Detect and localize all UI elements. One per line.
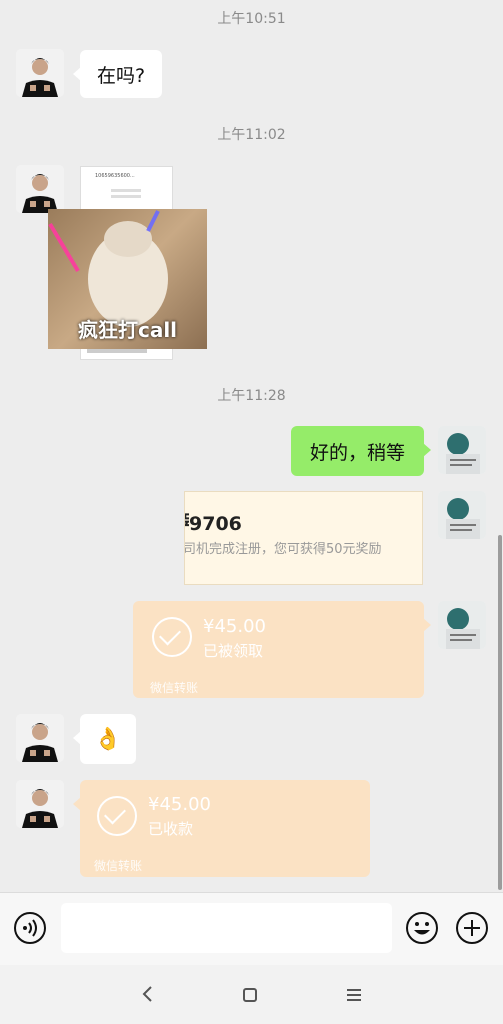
message-text: 在吗? — [96, 64, 146, 87]
sticker-image[interactable]: 疯狂打call — [48, 209, 207, 349]
contact-avatar[interactable] — [16, 780, 64, 828]
transfer-status: 已被领取 — [203, 642, 264, 660]
sticker-caption: 疯狂打call — [77, 318, 178, 342]
shared-card[interactable]: 号9706 司机完成注册，您可获得50元奖励 — [184, 491, 423, 585]
transfer-amount: ¥45.00 — [148, 794, 211, 815]
my-avatar[interactable] — [438, 426, 486, 474]
timestamp: 上午10:51 — [217, 11, 286, 27]
contact-avatar[interactable] — [16, 714, 64, 762]
check-circle-icon — [97, 796, 137, 836]
message-bubble[interactable]: 在吗? — [73, 50, 162, 98]
screenshot-line — [111, 195, 141, 198]
transfer-message[interactable]: ¥45.00 已被领取 微信转账 — [133, 601, 431, 698]
scrollbar[interactable] — [498, 535, 502, 890]
check-circle-icon — [152, 617, 192, 657]
card-code: 号9706 — [185, 512, 242, 535]
transfer-amount: ¥45.00 — [203, 616, 266, 637]
contact-avatar[interactable] — [16, 49, 64, 97]
screenshot-line — [87, 349, 147, 353]
transfer-footer: 微信转账 — [150, 681, 199, 695]
navigation-bar — [0, 965, 503, 1024]
contact-avatar[interactable] — [16, 165, 64, 213]
screenshot-number: 10659635600... — [95, 173, 135, 179]
menu-icon[interactable] — [345, 987, 363, 1003]
input-bar — [0, 892, 503, 965]
voice-icon[interactable] — [13, 911, 47, 945]
my-avatar[interactable] — [438, 601, 486, 649]
message-input[interactable] — [61, 903, 392, 953]
transfer-status: 已收款 — [148, 820, 194, 838]
message-bubble[interactable]: 👌 — [73, 714, 136, 764]
ok-hand-icon: 👌 — [94, 726, 122, 752]
transfer-footer: 微信转账 — [94, 859, 143, 873]
plus-icon[interactable] — [455, 911, 489, 945]
home-icon[interactable] — [242, 987, 258, 1003]
transfer-message[interactable]: ¥45.00 已收款 微信转账 — [73, 780, 370, 877]
screenshot-line — [111, 189, 141, 192]
my-avatar[interactable] — [438, 491, 486, 539]
message-bubble[interactable]: 好的，稍等 — [291, 426, 431, 476]
timestamp: 上午11:28 — [217, 388, 286, 404]
back-icon[interactable] — [140, 984, 156, 1004]
emoji-icon[interactable] — [405, 911, 439, 945]
card-description: 司机完成注册，您可获得50元奖励 — [184, 542, 382, 557]
timestamp: 上午11:02 — [217, 127, 286, 143]
message-text: 好的，稍等 — [309, 441, 405, 464]
